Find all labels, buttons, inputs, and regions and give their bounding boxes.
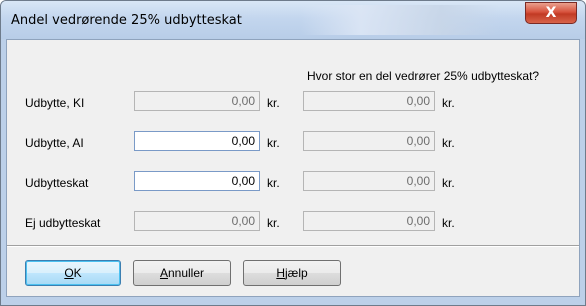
title-bar-background-blur <box>301 5 501 35</box>
help-accelerator: H <box>276 266 285 280</box>
row-label-udbytte-ai: Udbytte, AI <box>25 136 84 150</box>
row-label-udbytteskat: Udbytteskat <box>25 176 89 190</box>
ej-udbytteskat-amount-field: 0,00 <box>134 211 260 231</box>
title-bar[interactable]: Andel vedrørende 25% udbytteskat X <box>1 1 585 39</box>
unit-label: kr. <box>267 216 280 230</box>
unit-label: kr. <box>442 176 455 190</box>
unit-label: kr. <box>442 96 455 110</box>
dialog-content: Hvor stor en del vedrører 25% udbytteska… <box>6 39 580 297</box>
udbytteskat-amount-field[interactable]: 0,00 <box>134 171 260 191</box>
unit-label: kr. <box>442 216 455 230</box>
row-label-ej-udbytteskat: Ej udbytteskat <box>25 216 101 230</box>
close-icon: X <box>545 5 557 21</box>
cancel-label: nnuller <box>167 266 205 280</box>
udbytte-ki-amount-field: 0,00 <box>134 91 260 111</box>
help-label: jælp <box>284 266 308 280</box>
help-button[interactable]: Hjælp <box>243 260 341 286</box>
unit-label: kr. <box>267 176 280 190</box>
udbytte-ai-amount-field[interactable]: 0,00 <box>134 131 260 151</box>
separator-line <box>7 245 579 247</box>
udbytteskat-share-field: 0,00 <box>303 171 435 191</box>
row-label-udbytte-ki: Udbytte, KI <box>25 96 85 110</box>
udbytte-ki-share-field: 0,00 <box>303 91 435 111</box>
ej-udbytteskat-share-field: 0,00 <box>303 211 435 231</box>
window-title: Andel vedrørende 25% udbytteskat <box>11 13 242 28</box>
ok-accelerator: O <box>64 266 74 280</box>
cancel-button[interactable]: Annuller <box>133 260 231 286</box>
dialog-window: Andel vedrørende 25% udbytteskat X Hvor … <box>0 0 586 306</box>
cancel-accelerator: A <box>159 266 168 280</box>
unit-label: kr. <box>267 136 280 150</box>
ok-button[interactable]: OK <box>25 260 121 286</box>
column-header: Hvor stor en del vedrører 25% udbytteska… <box>307 69 540 83</box>
udbytte-ai-share-field: 0,00 <box>303 131 435 151</box>
unit-label: kr. <box>267 96 280 110</box>
close-button[interactable]: X <box>525 2 577 24</box>
ok-label: K <box>73 266 82 280</box>
unit-label: kr. <box>442 136 455 150</box>
